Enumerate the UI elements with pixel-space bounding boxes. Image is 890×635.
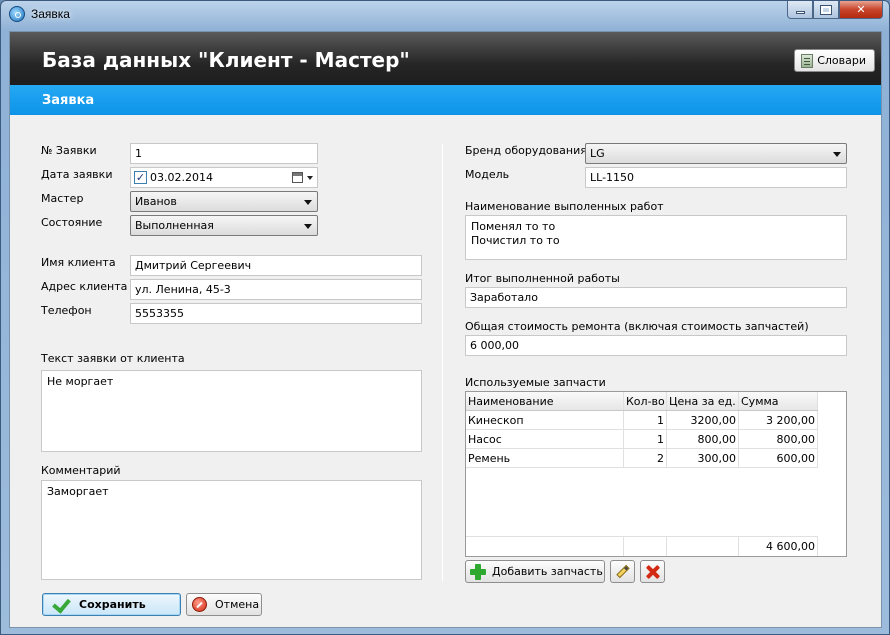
phone-field[interactable]: 5553355 <box>130 303 422 324</box>
request-date-value: 03.02.2014 <box>150 171 213 184</box>
client-address-field[interactable]: ул. Ленина, 45-3 <box>130 279 422 300</box>
part-qty-cell[interactable]: 1 <box>624 411 667 429</box>
master-label: Мастер <box>41 192 84 205</box>
model-field[interactable]: LL-1150 <box>585 167 847 188</box>
form-client-area: База данных "Клиент - Мастер" Словари За… <box>9 31 882 628</box>
request-number-label: № Заявки <box>41 144 97 157</box>
window-controls: ✕ <box>787 1 883 19</box>
chevron-down-icon <box>304 200 312 205</box>
parts-grid[interactable]: Наименование Кол-во Цена за ед. Сумма Ки… <box>465 391 847 557</box>
table-row[interactable]: Насос 1 800,00 800,00 <box>466 430 818 449</box>
pencil-icon <box>615 564 630 579</box>
save-button-label: Сохранить <box>79 598 146 611</box>
works-label: Наименование выполенных работ <box>465 200 664 213</box>
window-title: Заявка <box>31 7 70 21</box>
brand-select[interactable]: LG <box>585 143 847 164</box>
minimize-icon <box>795 11 805 14</box>
master-select-value: Иванов <box>135 195 177 208</box>
delete-part-button[interactable] <box>640 560 665 583</box>
column-divider <box>442 144 443 581</box>
works-area[interactable]: Поменял то то Почистил то то <box>465 215 847 260</box>
phone-label: Телефон <box>41 304 92 317</box>
part-name-cell[interactable]: Кинескоп <box>466 411 624 429</box>
column-header-qty[interactable]: Кол-во <box>624 392 667 410</box>
add-part-button[interactable]: Добавить запчасть <box>465 560 605 583</box>
section-bar: Заявка <box>10 85 881 115</box>
close-button[interactable]: ✕ <box>839 1 883 19</box>
comment-area[interactable]: Заморгает <box>41 480 422 580</box>
footer-empty-cell <box>624 537 667 556</box>
client-address-label: Адрес клиента <box>41 280 128 293</box>
parts-total-cell: 4 600,00 <box>739 537 818 556</box>
footer-empty-cell <box>667 537 739 556</box>
table-row[interactable]: Ремень 2 300,00 600,00 <box>466 449 818 468</box>
column-header-price[interactable]: Цена за ед. <box>667 392 739 410</box>
chevron-down-icon <box>304 224 312 229</box>
app-header: База данных "Клиент - Мастер" Словари <box>10 32 881 85</box>
request-date-picker[interactable]: ✓ 03.02.2014 <box>130 167 318 188</box>
book-icon <box>801 53 814 68</box>
save-button[interactable]: Сохранить <box>42 593 181 616</box>
brand-select-value: LG <box>590 147 605 160</box>
part-price-cell[interactable]: 300,00 <box>667 449 739 467</box>
chevron-down-icon <box>833 152 841 157</box>
app-title: База данных "Клиент - Мастер" <box>42 48 410 72</box>
request-text-label: Текст заявки от клиента <box>41 352 185 365</box>
request-number-field[interactable]: 1 <box>130 143 318 164</box>
result-field[interactable]: Заработало <box>465 287 847 308</box>
client-name-field[interactable]: Дмитрий Сергеевич <box>130 255 422 276</box>
stop-icon <box>192 597 207 612</box>
state-select-value: Выполненная <box>135 219 214 232</box>
column-header-name[interactable]: Наименование <box>466 392 624 410</box>
column-header-sum[interactable]: Сумма <box>739 392 818 410</box>
dictionaries-button-label: Словари <box>817 54 866 67</box>
checkmark-icon <box>49 598 69 612</box>
minimize-button[interactable] <box>787 1 813 19</box>
part-qty-cell[interactable]: 2 <box>624 449 667 467</box>
parts-label: Используемые запчасти <box>465 376 606 389</box>
cancel-button[interactable]: Отмена <box>186 593 262 616</box>
part-price-cell[interactable]: 800,00 <box>667 430 739 448</box>
part-sum-cell[interactable]: 3 200,00 <box>739 411 818 429</box>
request-text-area[interactable]: Не моргает <box>41 370 422 452</box>
dictionaries-button[interactable]: Словари <box>794 49 875 72</box>
part-qty-cell[interactable]: 1 <box>624 430 667 448</box>
part-name-cell[interactable]: Насос <box>466 430 624 448</box>
close-icon: ✕ <box>856 3 866 16</box>
maximize-button[interactable] <box>813 1 839 19</box>
parts-grid-footer: 4 600,00 <box>466 536 818 556</box>
result-label: Итог выполненной работы <box>465 272 620 285</box>
edit-part-button[interactable] <box>610 560 635 583</box>
cancel-button-label: Отмена <box>215 598 260 611</box>
section-title: Заявка <box>42 93 95 108</box>
request-date-label: Дата заявки <box>41 168 113 181</box>
total-cost-label: Общая стоимость ремонта (включая стоимос… <box>465 320 809 333</box>
part-price-cell[interactable]: 3200,00 <box>667 411 739 429</box>
state-label: Состояние <box>41 216 103 229</box>
chevron-down-icon[interactable] <box>307 176 313 180</box>
master-select[interactable]: Иванов <box>130 191 318 212</box>
add-part-button-label: Добавить запчасть <box>492 565 603 578</box>
calendar-icon[interactable] <box>292 172 303 183</box>
plus-icon <box>470 563 486 580</box>
part-sum-cell[interactable]: 600,00 <box>739 449 818 467</box>
brand-label: Бренд оборудования <box>465 144 587 157</box>
application-window: Заявка ✕ База данных "Клиент - Мастер" С… <box>0 0 890 635</box>
total-cost-field[interactable]: 6 000,00 <box>465 335 847 356</box>
maximize-icon <box>820 4 832 15</box>
client-name-label: Имя клиента <box>41 256 116 269</box>
parts-grid-header: Наименование Кол-во Цена за ед. Сумма <box>466 392 818 411</box>
request-date-checkbox[interactable]: ✓ <box>134 171 147 184</box>
state-select[interactable]: Выполненная <box>130 215 318 236</box>
model-label: Модель <box>465 168 510 181</box>
footer-empty-cell <box>466 537 624 556</box>
app-icon <box>9 6 25 22</box>
part-name-cell[interactable]: Ремень <box>466 449 624 467</box>
table-row[interactable]: Кинескоп 1 3200,00 3 200,00 <box>466 411 818 430</box>
comment-label: Комментарий <box>41 464 121 477</box>
title-bar[interactable]: Заявка ✕ <box>1 1 889 27</box>
part-sum-cell[interactable]: 800,00 <box>739 430 818 448</box>
delete-x-icon <box>646 565 660 579</box>
